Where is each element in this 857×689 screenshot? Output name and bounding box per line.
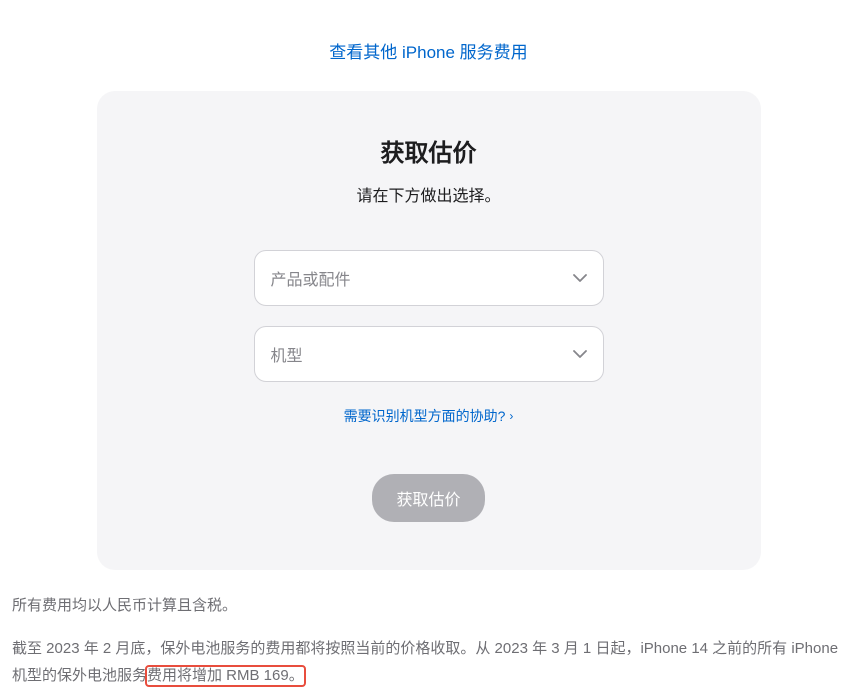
card-title: 获取估价 <box>147 133 711 168</box>
model-select-placeholder: 机型 <box>271 342 303 366</box>
estimate-card: 获取估价 请在下方做出选择。 产品或配件 机型 需要识别机型方面的协助? › 获… <box>97 91 761 570</box>
help-link-label: 需要识别机型方面的协助? <box>344 406 506 426</box>
card-subtitle: 请在下方做出选择。 <box>147 182 711 206</box>
footer-line-2: 截至 2023 年 2 月底，保外电池服务的费用都将按照当前的价格收取。从 20… <box>12 635 845 689</box>
identify-model-help-link[interactable]: 需要识别机型方面的协助? › <box>344 406 514 426</box>
footer-notes: 所有费用均以人民币计算且含税。 截至 2023 年 2 月底，保外电池服务的费用… <box>0 570 857 689</box>
product-select[interactable]: 产品或配件 <box>254 250 604 306</box>
product-select-placeholder: 产品或配件 <box>271 266 351 290</box>
get-estimate-button[interactable]: 获取估价 <box>372 474 484 522</box>
chevron-down-icon <box>573 350 587 358</box>
other-iphone-service-link[interactable]: 查看其他 iPhone 服务费用 <box>329 43 527 62</box>
chevron-down-icon <box>573 274 587 282</box>
chevron-right-icon: › <box>509 409 513 423</box>
footer-line-1: 所有费用均以人民币计算且含税。 <box>12 592 845 619</box>
price-increase-highlight: 费用将增加 RMB 169。 <box>147 667 304 684</box>
model-select[interactable]: 机型 <box>254 326 604 382</box>
